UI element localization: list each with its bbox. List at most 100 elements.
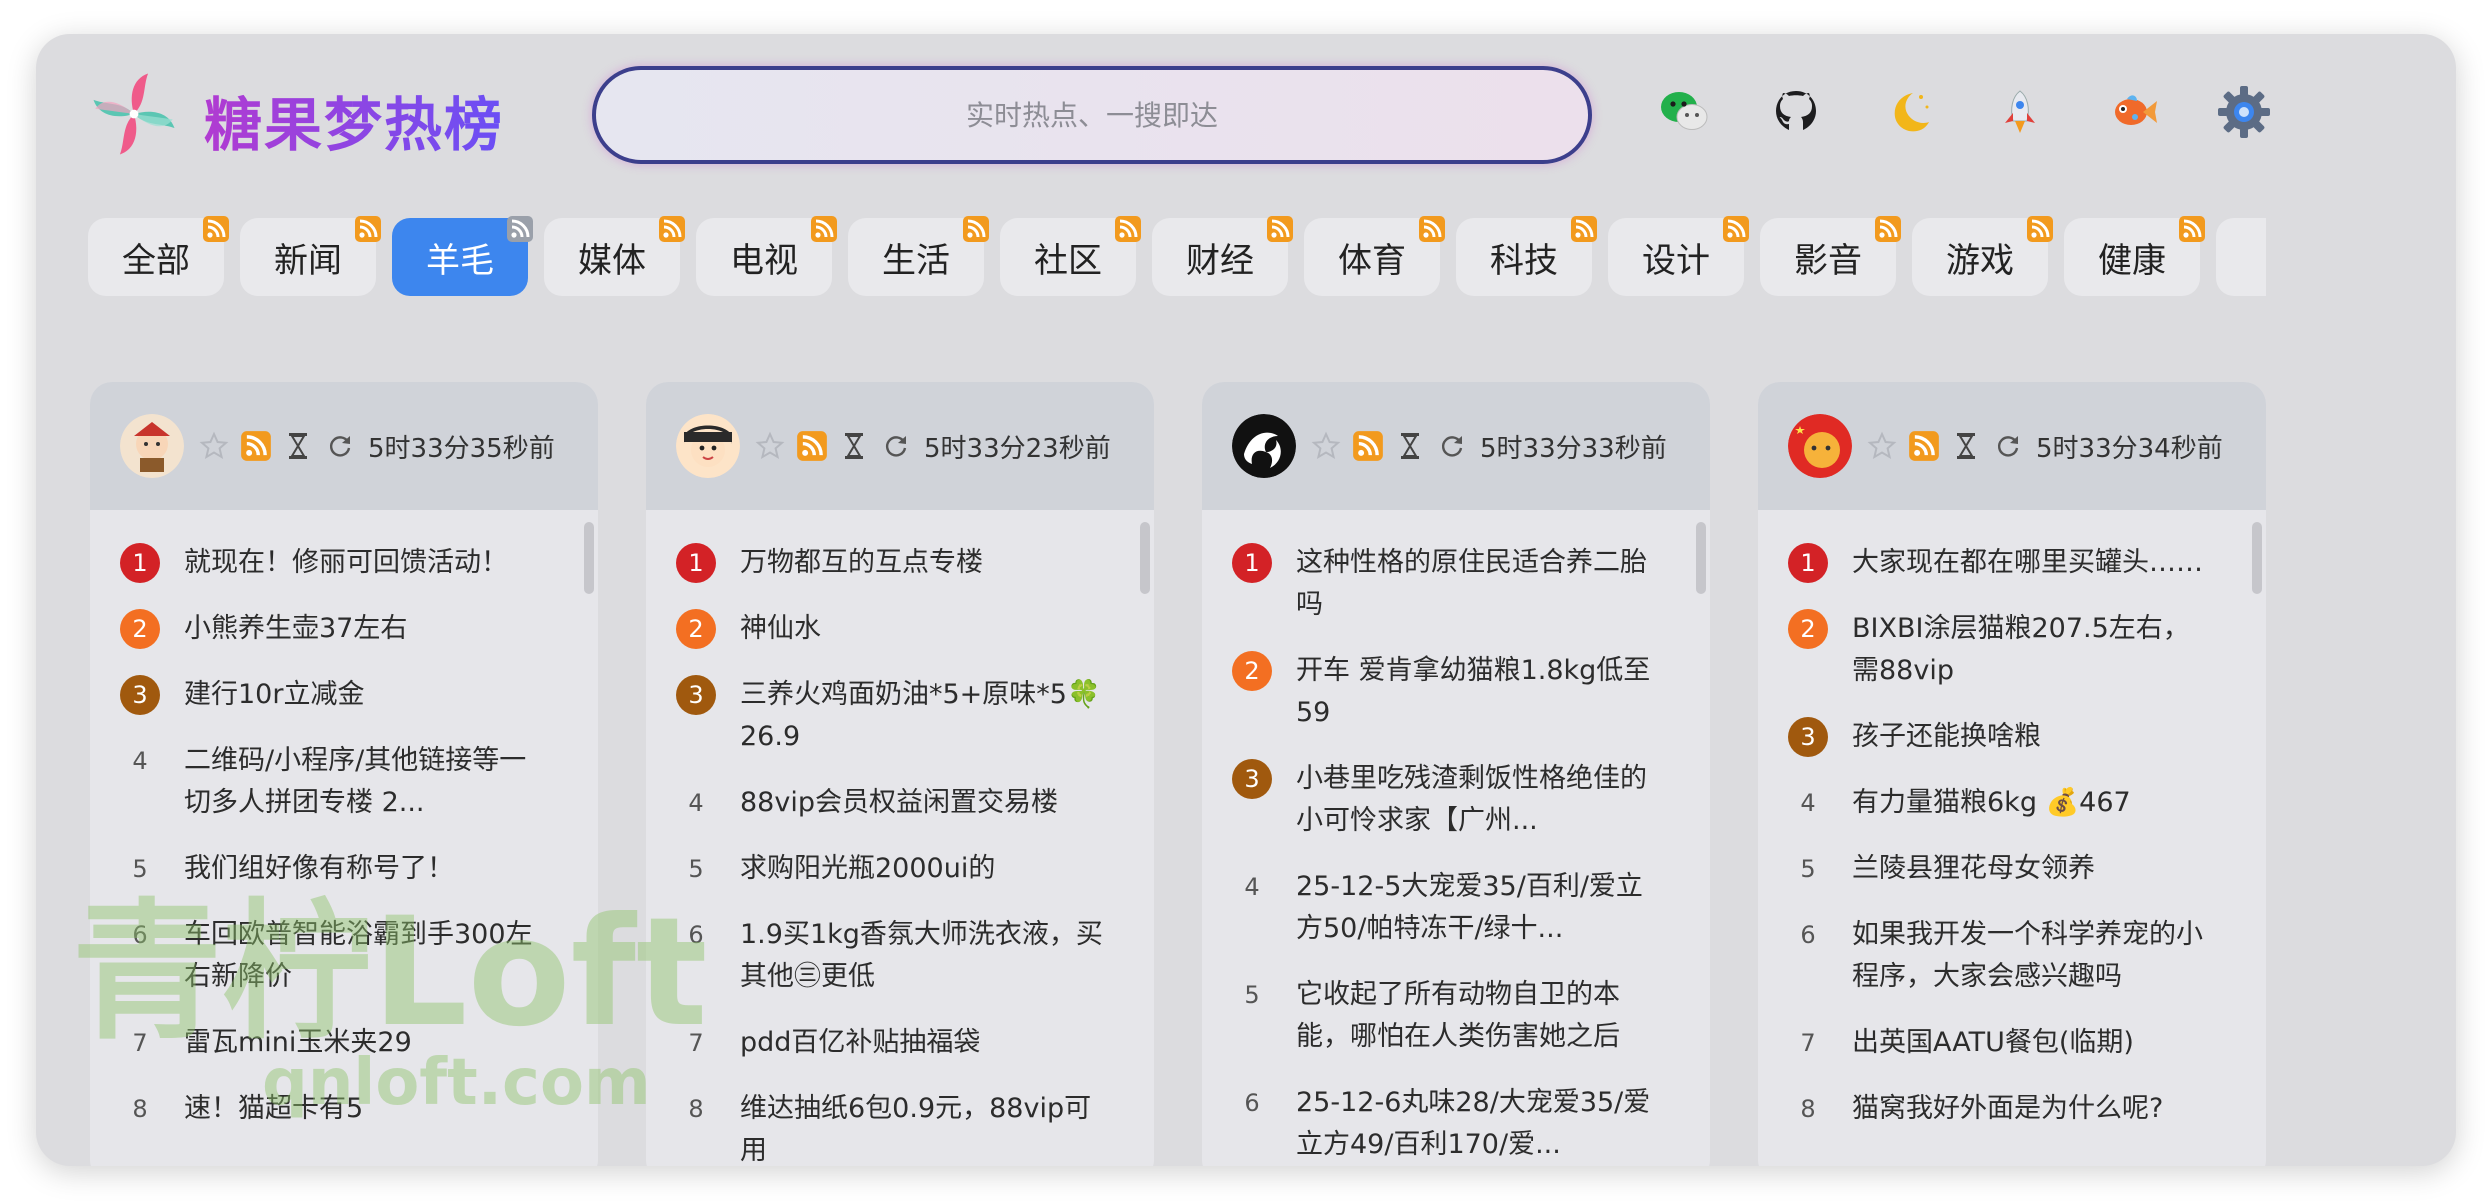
source-avatar[interactable] bbox=[1788, 414, 1852, 478]
list-item[interactable]: 1 这种性格的原住民适合养二胎吗 bbox=[1232, 542, 1660, 626]
tab-1[interactable]: 新闻 bbox=[240, 216, 381, 296]
list-item[interactable]: 3 三养火鸡面奶油*5+原味*5🍀26.9 bbox=[676, 674, 1104, 758]
item-title[interactable]: 二维码/小程序/其他链接等一切多人拼团专楼 2... bbox=[184, 740, 548, 824]
item-title[interactable]: 就现在！修丽可回馈活动！ bbox=[184, 542, 508, 584]
item-title[interactable]: pdd百亿补贴抽福袋 bbox=[740, 1022, 980, 1064]
item-title[interactable]: 大家现在都在哪里买罐头…… bbox=[1852, 542, 2203, 584]
tab-2[interactable]: 羊毛 bbox=[392, 216, 533, 296]
rss-icon[interactable] bbox=[240, 430, 272, 462]
source-avatar[interactable] bbox=[120, 414, 184, 478]
list-item[interactable]: 8 速！猫超卡有5 bbox=[120, 1088, 548, 1130]
tab-4[interactable]: 电视 bbox=[696, 216, 837, 296]
list-item[interactable]: 7 出英国AATU餐包(临期) bbox=[1788, 1022, 2216, 1064]
star-icon[interactable] bbox=[1310, 430, 1342, 462]
list-item[interactable]: 2 小熊养生壶37左右 bbox=[120, 608, 548, 650]
item-title[interactable]: 出英国AATU餐包(临期) bbox=[1852, 1022, 2134, 1064]
gear-icon[interactable] bbox=[2216, 84, 2272, 140]
list-item[interactable]: 5 我们组好像有称号了！ bbox=[120, 848, 548, 890]
item-title[interactable]: 孩子还能换啥粮 bbox=[1852, 716, 2041, 758]
tab-8[interactable]: 体育 bbox=[1304, 216, 1445, 296]
item-title[interactable]: 建行10r立减金 bbox=[184, 674, 364, 716]
brand-title[interactable]: 糖果梦热榜 bbox=[204, 78, 504, 162]
tab-9[interactable]: 科技 bbox=[1456, 216, 1597, 296]
item-title[interactable]: 1.9买1kg香氛大师洗衣液，买其他㊂更低 bbox=[740, 914, 1104, 998]
list-item[interactable]: 4 有力量猫粮6kg 💰467 bbox=[1788, 782, 2216, 824]
tab-12[interactable]: 游戏 bbox=[1912, 216, 2053, 296]
star-icon[interactable] bbox=[198, 430, 230, 462]
item-title[interactable]: 它收起了所有动物自卫的本能，哪怕在人类伤害她之后 bbox=[1296, 974, 1660, 1058]
list-item[interactable]: 4 25-12-5大宠爱35/百利/爱立方50/帕特冻干/绿十... bbox=[1232, 866, 1660, 950]
list-item[interactable]: 6 1.9买1kg香氛大师洗衣液，买其他㊂更低 bbox=[676, 914, 1104, 998]
search-box[interactable] bbox=[592, 66, 1592, 164]
list-item[interactable]: 5 兰陵县狸花母女领养 bbox=[1788, 848, 2216, 890]
list-item[interactable]: 6 如果我开发一个科学养宠的小程序，大家会感兴趣吗 bbox=[1788, 914, 2216, 998]
item-title[interactable]: 车回欧普智能浴霸到手300左右新降价 bbox=[184, 914, 548, 998]
item-title[interactable]: 维达抽纸6包0.9元，88vip可用 bbox=[740, 1088, 1104, 1166]
tab-14[interactable]: 收 bbox=[2216, 218, 2266, 296]
list-item[interactable]: 4 二维码/小程序/其他链接等一切多人拼团专楼 2... bbox=[120, 740, 548, 824]
refresh-icon[interactable] bbox=[1436, 430, 1468, 462]
item-title[interactable]: 速！猫超卡有5 bbox=[184, 1088, 363, 1130]
hot-list[interactable]: 1 这种性格的原住民适合养二胎吗 2 开车 爱肯拿幼猫粮1.8kg低至59 3 小巷里吃残… bbox=[1202, 510, 1710, 1166]
list-item[interactable]: 7 雷瓦mini玉米夹29 bbox=[120, 1022, 548, 1064]
refresh-icon[interactable] bbox=[324, 430, 356, 462]
item-title[interactable]: 求购阳光瓶2000ui的 bbox=[740, 848, 995, 890]
hot-list[interactable]: 1 大家现在都在哪里买罐头…… 2 BIXBI涂层猫粮207.5左右，需88vip 3 孩… bbox=[1758, 510, 2266, 1166]
item-title[interactable]: 兰陵县狸花母女领养 bbox=[1852, 848, 2095, 890]
item-title[interactable]: 这种性格的原住民适合养二胎吗 bbox=[1296, 542, 1660, 626]
tab-5[interactable]: 生活 bbox=[848, 216, 989, 296]
item-title[interactable]: 雷瓦mini玉米夹29 bbox=[184, 1022, 412, 1064]
fish-icon[interactable] bbox=[2104, 84, 2160, 140]
refresh-icon[interactable] bbox=[880, 430, 912, 462]
item-title[interactable]: 小熊养生壶37左右 bbox=[184, 608, 407, 650]
list-item[interactable]: 7 pdd百亿补贴抽福袋 bbox=[676, 1022, 1104, 1064]
github-icon[interactable] bbox=[1768, 84, 1824, 140]
hot-list[interactable]: 1 就现在！修丽可回馈活动！ 2 小熊养生壶37左右 3 建行10r立减金 4 二维码/小程序… bbox=[90, 510, 598, 1166]
item-title[interactable]: 小巷里吃残渣剩饭性格绝佳的小可怜求家【广州... bbox=[1296, 758, 1660, 842]
tab-11[interactable]: 影音 bbox=[1760, 216, 1901, 296]
source-avatar[interactable] bbox=[676, 414, 740, 478]
hourglass-icon[interactable] bbox=[1950, 430, 1982, 462]
item-title[interactable]: 猫窝我好外面是为什么呢? bbox=[1852, 1088, 2163, 1130]
list-item[interactable]: 3 建行10r立减金 bbox=[120, 674, 548, 716]
item-title[interactable]: 25-12-6丸味28/大宠爱35/爱立方49/百利170/爱... bbox=[1296, 1082, 1660, 1166]
search-input[interactable] bbox=[645, 98, 1539, 132]
item-title[interactable]: 开车 爱肯拿幼猫粮1.8kg低至59 bbox=[1296, 650, 1660, 734]
tab-6[interactable]: 社区 bbox=[1000, 216, 1141, 296]
hot-list[interactable]: 1 万物都互的互点专楼 2 神仙水 3 三养火鸡面奶油*5+原味*5🍀26.9 4 88vip… bbox=[646, 510, 1154, 1166]
item-title[interactable]: 三养火鸡面奶油*5+原味*5🍀26.9 bbox=[740, 674, 1104, 758]
list-item[interactable]: 4 88vip会员权益闲置交易楼 bbox=[676, 782, 1104, 824]
hourglass-icon[interactable] bbox=[1394, 430, 1426, 462]
rocket-icon[interactable] bbox=[1992, 84, 2048, 140]
source-avatar[interactable] bbox=[1232, 414, 1296, 478]
tab-7[interactable]: 财经 bbox=[1152, 216, 1293, 296]
pinwheel-logo-icon[interactable] bbox=[90, 70, 178, 158]
list-item[interactable]: 8 猫窝我好外面是为什么呢? bbox=[1788, 1088, 2216, 1130]
rss-icon[interactable] bbox=[796, 430, 828, 462]
list-item[interactable]: 6 车回欧普智能浴霸到手300左右新降价 bbox=[120, 914, 548, 998]
tab-3[interactable]: 媒体 bbox=[544, 216, 685, 296]
star-icon[interactable] bbox=[754, 430, 786, 462]
rss-icon[interactable] bbox=[1352, 430, 1384, 462]
item-title[interactable]: 25-12-5大宠爱35/百利/爱立方50/帕特冻干/绿十... bbox=[1296, 866, 1660, 950]
moon-icon[interactable] bbox=[1880, 84, 1936, 140]
item-title[interactable]: 神仙水 bbox=[740, 608, 821, 650]
star-icon[interactable] bbox=[1866, 430, 1898, 462]
scrollbar-thumb[interactable] bbox=[584, 522, 594, 594]
hourglass-icon[interactable] bbox=[838, 430, 870, 462]
refresh-icon[interactable] bbox=[1992, 430, 2024, 462]
list-item[interactable]: 1 万物都互的互点专楼 bbox=[676, 542, 1104, 584]
item-title[interactable]: 有力量猫粮6kg 💰467 bbox=[1852, 782, 2131, 824]
list-item[interactable]: 5 求购阳光瓶2000ui的 bbox=[676, 848, 1104, 890]
list-item[interactable]: 2 BIXBI涂层猫粮207.5左右，需88vip bbox=[1788, 608, 2216, 692]
list-item[interactable]: 1 大家现在都在哪里买罐头…… bbox=[1788, 542, 2216, 584]
list-item[interactable]: 1 就现在！修丽可回馈活动！ bbox=[120, 542, 548, 584]
list-item[interactable]: 8 维达抽纸6包0.9元，88vip可用 bbox=[676, 1088, 1104, 1166]
tab-0[interactable]: 全部 bbox=[88, 216, 229, 296]
list-item[interactable]: 5 它收起了所有动物自卫的本能，哪怕在人类伤害她之后 bbox=[1232, 974, 1660, 1058]
scrollbar-thumb[interactable] bbox=[2252, 522, 2262, 594]
item-title[interactable]: 我们组好像有称号了！ bbox=[184, 848, 454, 890]
scrollbar-thumb[interactable] bbox=[1696, 522, 1706, 594]
hourglass-icon[interactable] bbox=[282, 430, 314, 462]
tab-13[interactable]: 健康 bbox=[2064, 216, 2205, 296]
